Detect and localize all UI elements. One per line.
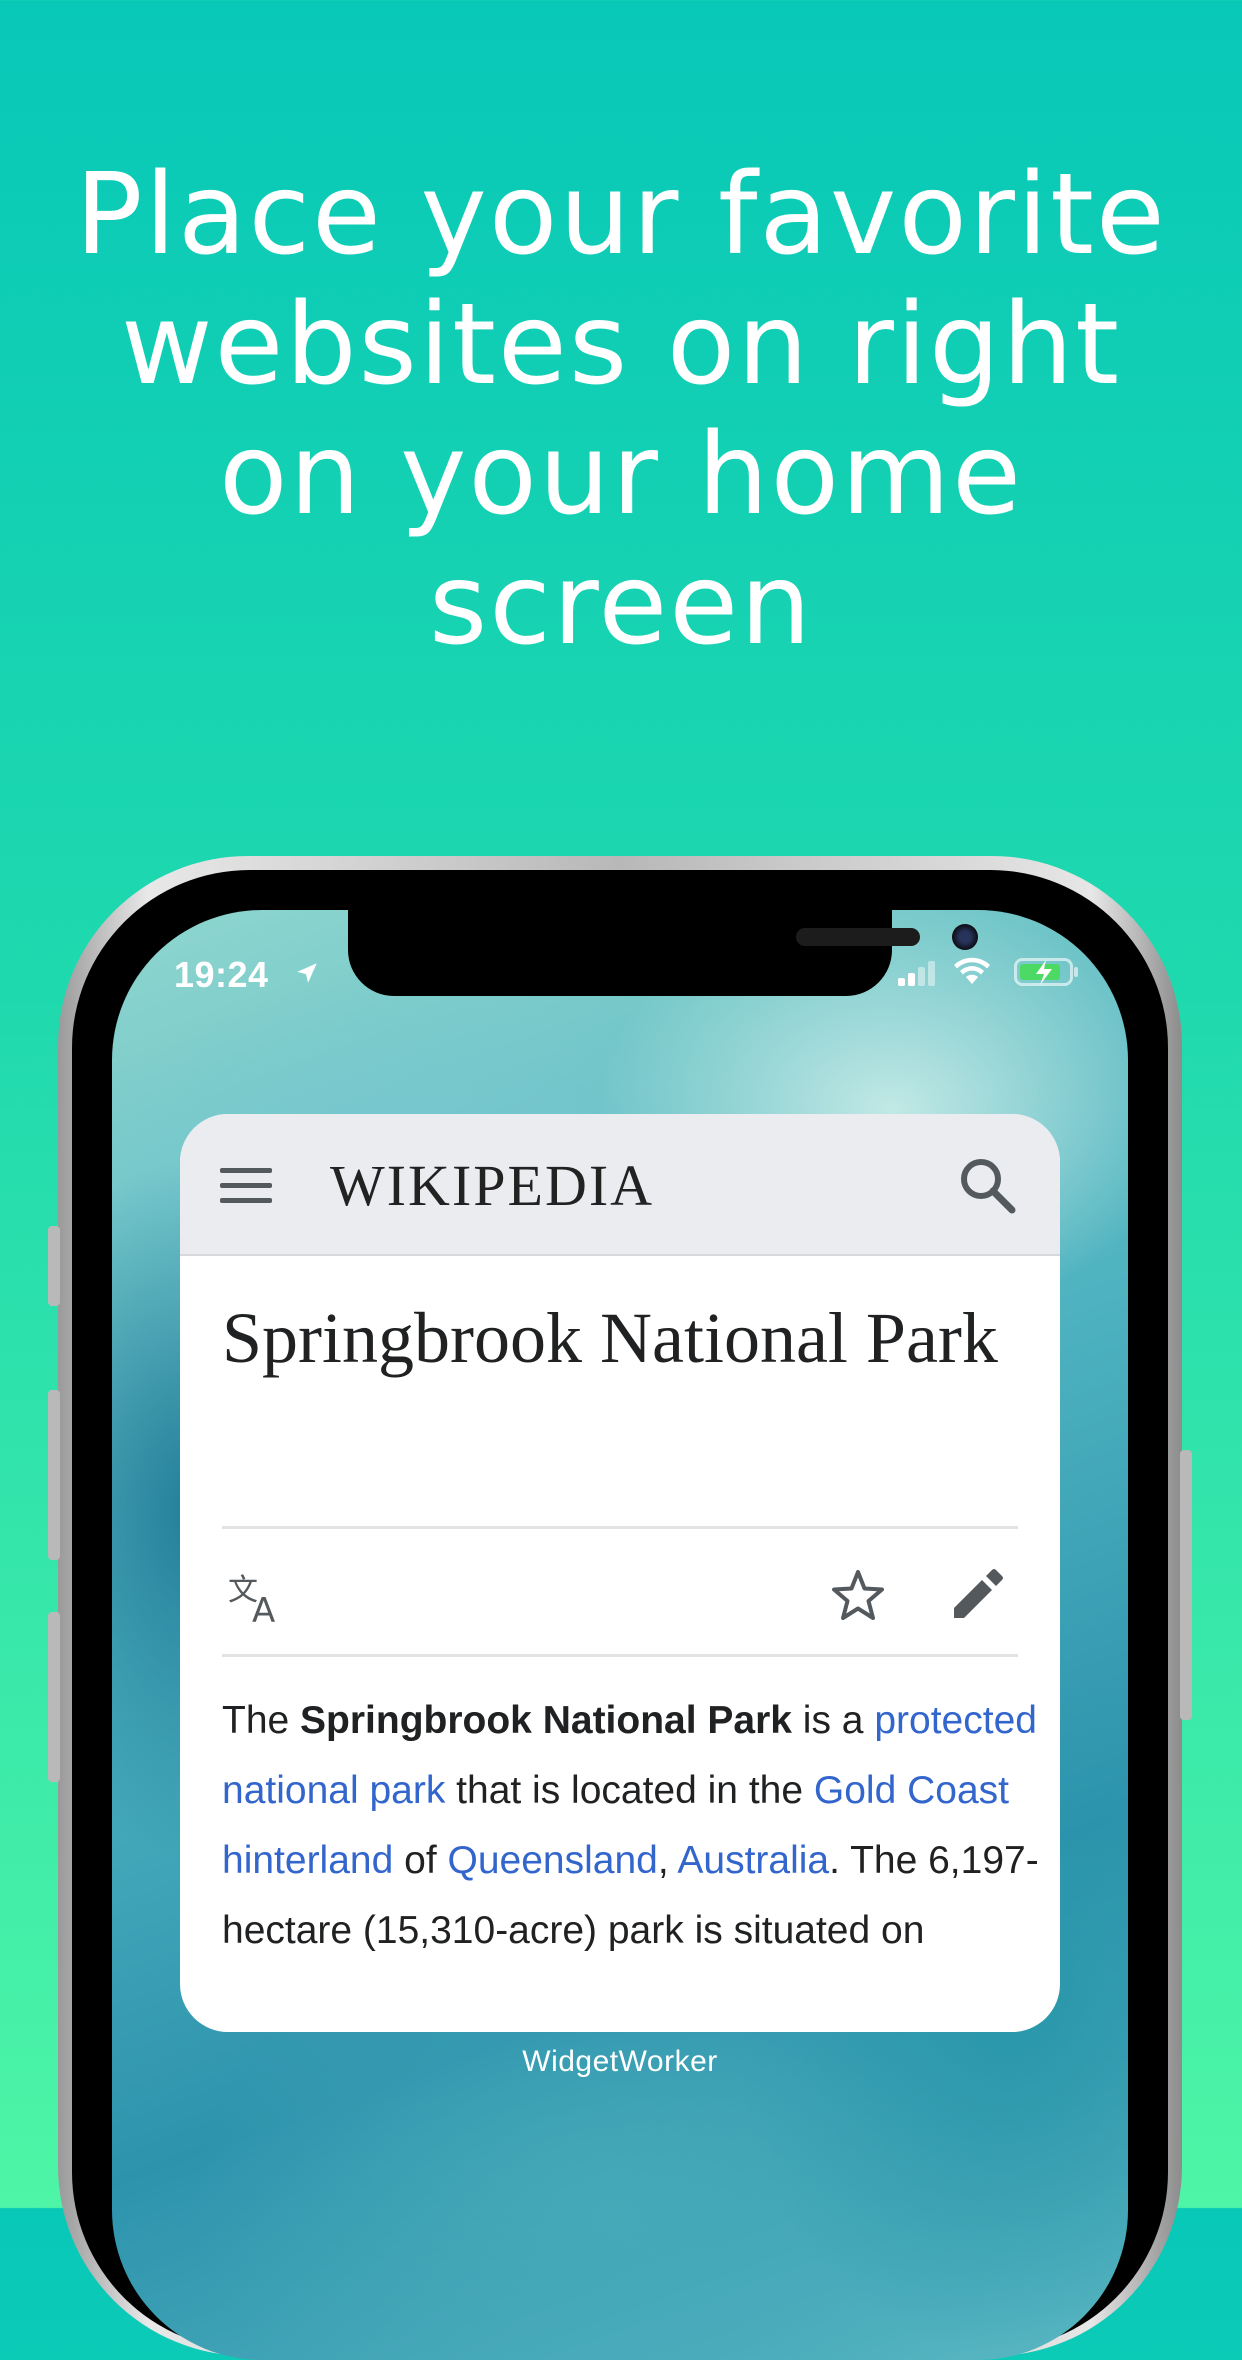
phone-screen: 19:24 WIKIPEDIA Springbrook National Par… — [112, 910, 1128, 2360]
cellular-signal-icon — [898, 961, 935, 986]
language-icon[interactable]: 文 A — [228, 1572, 288, 1624]
status-time: 19:24 — [174, 954, 269, 995]
article-title: Springbrook National Park — [222, 1298, 998, 1378]
speaker-grille — [796, 928, 920, 946]
body-text: is a — [791, 1699, 875, 1742]
wikipedia-logo[interactable]: WIKIPEDIA — [330, 1152, 654, 1219]
headline-line-1: Place your favorite — [75, 150, 1167, 280]
hamburger-menu-icon[interactable] — [220, 1166, 272, 1206]
search-icon[interactable] — [958, 1156, 1016, 1214]
link-queensland[interactable]: Queensland — [448, 1839, 658, 1882]
volume-up-button — [48, 1390, 60, 1560]
actions-divider — [222, 1654, 1018, 1657]
link-australia[interactable]: Australia — [677, 1839, 829, 1882]
notch — [348, 910, 978, 996]
body-text: that is located in the — [445, 1769, 814, 1812]
star-watch-icon[interactable] — [830, 1568, 886, 1624]
location-arrow-icon — [297, 963, 317, 983]
headline-line-3: on your home — [218, 410, 1024, 540]
battery-charging-icon — [1014, 958, 1078, 986]
body-text: of — [393, 1839, 448, 1882]
headline-line-4: screen — [428, 540, 814, 670]
volume-down-button — [48, 1612, 60, 1782]
mute-switch — [48, 1226, 60, 1306]
headline-line-2: websites on right — [120, 280, 1122, 410]
body-text: The — [222, 1699, 301, 1742]
wifi-icon — [954, 957, 990, 984]
body-bold-text: Springbrook National Park — [300, 1699, 792, 1742]
title-divider — [222, 1526, 1018, 1529]
website-widget[interactable]: WIKIPEDIA Springbrook National Park 文 A … — [180, 1114, 1060, 2032]
body-text: , — [657, 1839, 678, 1882]
svg-text:A: A — [252, 1591, 275, 1624]
front-camera — [952, 924, 978, 950]
wikipedia-header: WIKIPEDIA — [180, 1114, 1060, 1256]
power-button — [1180, 1450, 1192, 1720]
widget-label: WidgetWorker — [522, 2045, 718, 2078]
article-body: The Springbrook National Park is a prote… — [222, 1686, 1042, 1966]
edit-pencil-icon[interactable] — [950, 1568, 1004, 1622]
headline: Place your favorite websites on right on… — [0, 150, 1242, 670]
